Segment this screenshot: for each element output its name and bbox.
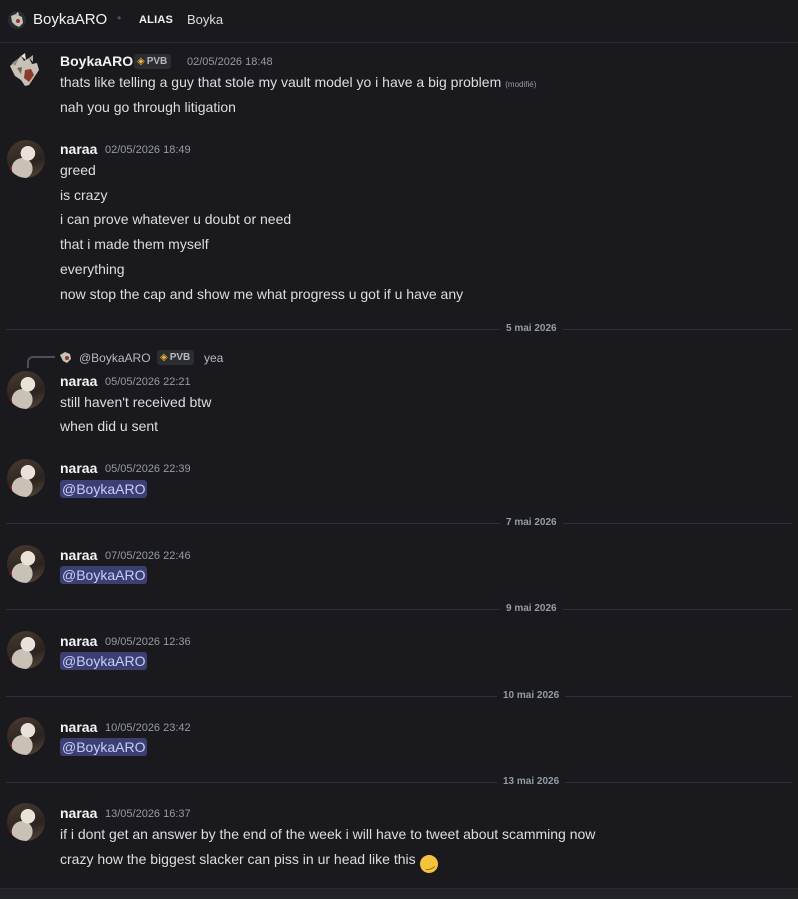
author-name[interactable]: naraa — [60, 547, 97, 563]
user-mention[interactable]: @BoykaARO — [60, 652, 148, 670]
date-divider-label: 9 mai 2026 — [500, 603, 563, 614]
reply-connector — [27, 356, 55, 368]
avatar[interactable] — [7, 803, 45, 841]
timestamp: 02/05/2026 18:48 — [187, 56, 273, 68]
author-name[interactable]: naraa — [60, 373, 97, 389]
avatar[interactable] — [7, 631, 45, 669]
reply-avatar[interactable] — [58, 349, 74, 365]
boyka-avatar-icon — [10, 53, 39, 86]
server-tag[interactable]: ◈ PVB — [134, 54, 172, 69]
channel-header: BoykaARO • ALIAS Boyka — [0, 0, 798, 43]
message-text: crazy how the biggest slacker can piss i… — [60, 851, 416, 867]
timestamp: 07/05/2026 22:46 — [105, 550, 191, 562]
timestamp: 09/05/2026 12:36 — [105, 636, 191, 648]
message-line: @BoykaARO — [60, 566, 148, 584]
timestamp: 10/05/2026 23:42 — [105, 722, 191, 734]
tag-label: PVB — [169, 352, 191, 363]
message-line: thats like telling a guy that stole my v… — [60, 74, 536, 90]
date-divider-label: 7 mai 2026 — [500, 517, 563, 528]
message-line: is crazy — [60, 187, 108, 203]
avatar[interactable] — [7, 545, 45, 583]
tag-badge-icon: ◈ — [160, 352, 168, 363]
alias-label: ALIAS — [139, 14, 173, 26]
message-line: i can prove whatever u doubt or need — [60, 211, 292, 227]
author-name[interactable]: naraa — [60, 633, 97, 649]
date-divider-label: 5 mai 2026 — [500, 323, 563, 334]
timestamp: 05/05/2026 22:39 — [105, 463, 191, 475]
message-line: @BoykaARO — [60, 652, 148, 670]
message-line: greed — [60, 162, 96, 178]
author-name[interactable]: naraa — [60, 805, 97, 821]
author-name[interactable]: naraa — [60, 141, 97, 157]
message-line: still haven't received btw — [60, 394, 212, 410]
author-name[interactable]: BoykaARO — [60, 53, 133, 69]
message-line: crazy how the biggest slacker can piss i… — [60, 851, 440, 876]
author-name[interactable]: naraa — [60, 719, 97, 735]
message-line: nah you go through litigation — [60, 99, 236, 115]
date-divider — [6, 609, 792, 610]
timestamp: 13/05/2026 16:37 — [105, 808, 191, 820]
rolling-on-floor-laughing-icon: ‿ — [417, 852, 440, 876]
message-text: thats like telling a guy that stole my v… — [60, 74, 502, 90]
message-line: @BoykaARO — [60, 738, 148, 756]
user-mention[interactable]: @BoykaARO — [60, 480, 148, 498]
user-mention[interactable]: @BoykaARO — [60, 566, 148, 584]
composer-edge — [0, 888, 798, 899]
message-line: everything — [60, 261, 125, 277]
message-line: if i dont get an answer by the end of th… — [60, 826, 596, 842]
date-divider — [6, 329, 792, 330]
separator-dot: • — [117, 11, 122, 25]
date-divider-label: 13 mai 2026 — [497, 776, 566, 787]
user-avatar[interactable] — [7, 10, 27, 30]
message-line: when did u sent — [60, 418, 159, 434]
date-divider — [6, 696, 792, 697]
avatar[interactable] — [7, 140, 45, 178]
date-divider — [6, 782, 792, 783]
alias-value: Boyka — [187, 12, 224, 27]
tag-label: PVB — [146, 56, 168, 67]
author-name[interactable]: naraa — [60, 460, 97, 476]
avatar[interactable] — [7, 52, 45, 90]
date-divider-label: 10 mai 2026 — [497, 690, 566, 701]
edited-marker: (modifié) — [505, 80, 537, 89]
timestamp: 02/05/2026 18:49 — [105, 144, 191, 156]
avatar[interactable] — [7, 459, 45, 497]
tag-badge-icon: ◈ — [137, 56, 145, 67]
timestamp: 05/05/2026 22:21 — [105, 376, 191, 388]
date-divider — [6, 523, 792, 524]
reply-author[interactable]: @BoykaARO — [79, 351, 151, 365]
avatar[interactable] — [7, 371, 45, 409]
server-tag[interactable]: ◈ PVB — [157, 350, 195, 365]
avatar[interactable] — [7, 717, 45, 755]
message-line: @BoykaARO — [60, 480, 148, 498]
header-username[interactable]: BoykaARO — [33, 11, 107, 28]
message-line: now stop the cap and show me what progre… — [60, 286, 464, 302]
user-mention[interactable]: @BoykaARO — [60, 738, 148, 756]
message-line: that i made them myself — [60, 236, 209, 252]
reply-preview[interactable]: yea — [204, 351, 223, 365]
